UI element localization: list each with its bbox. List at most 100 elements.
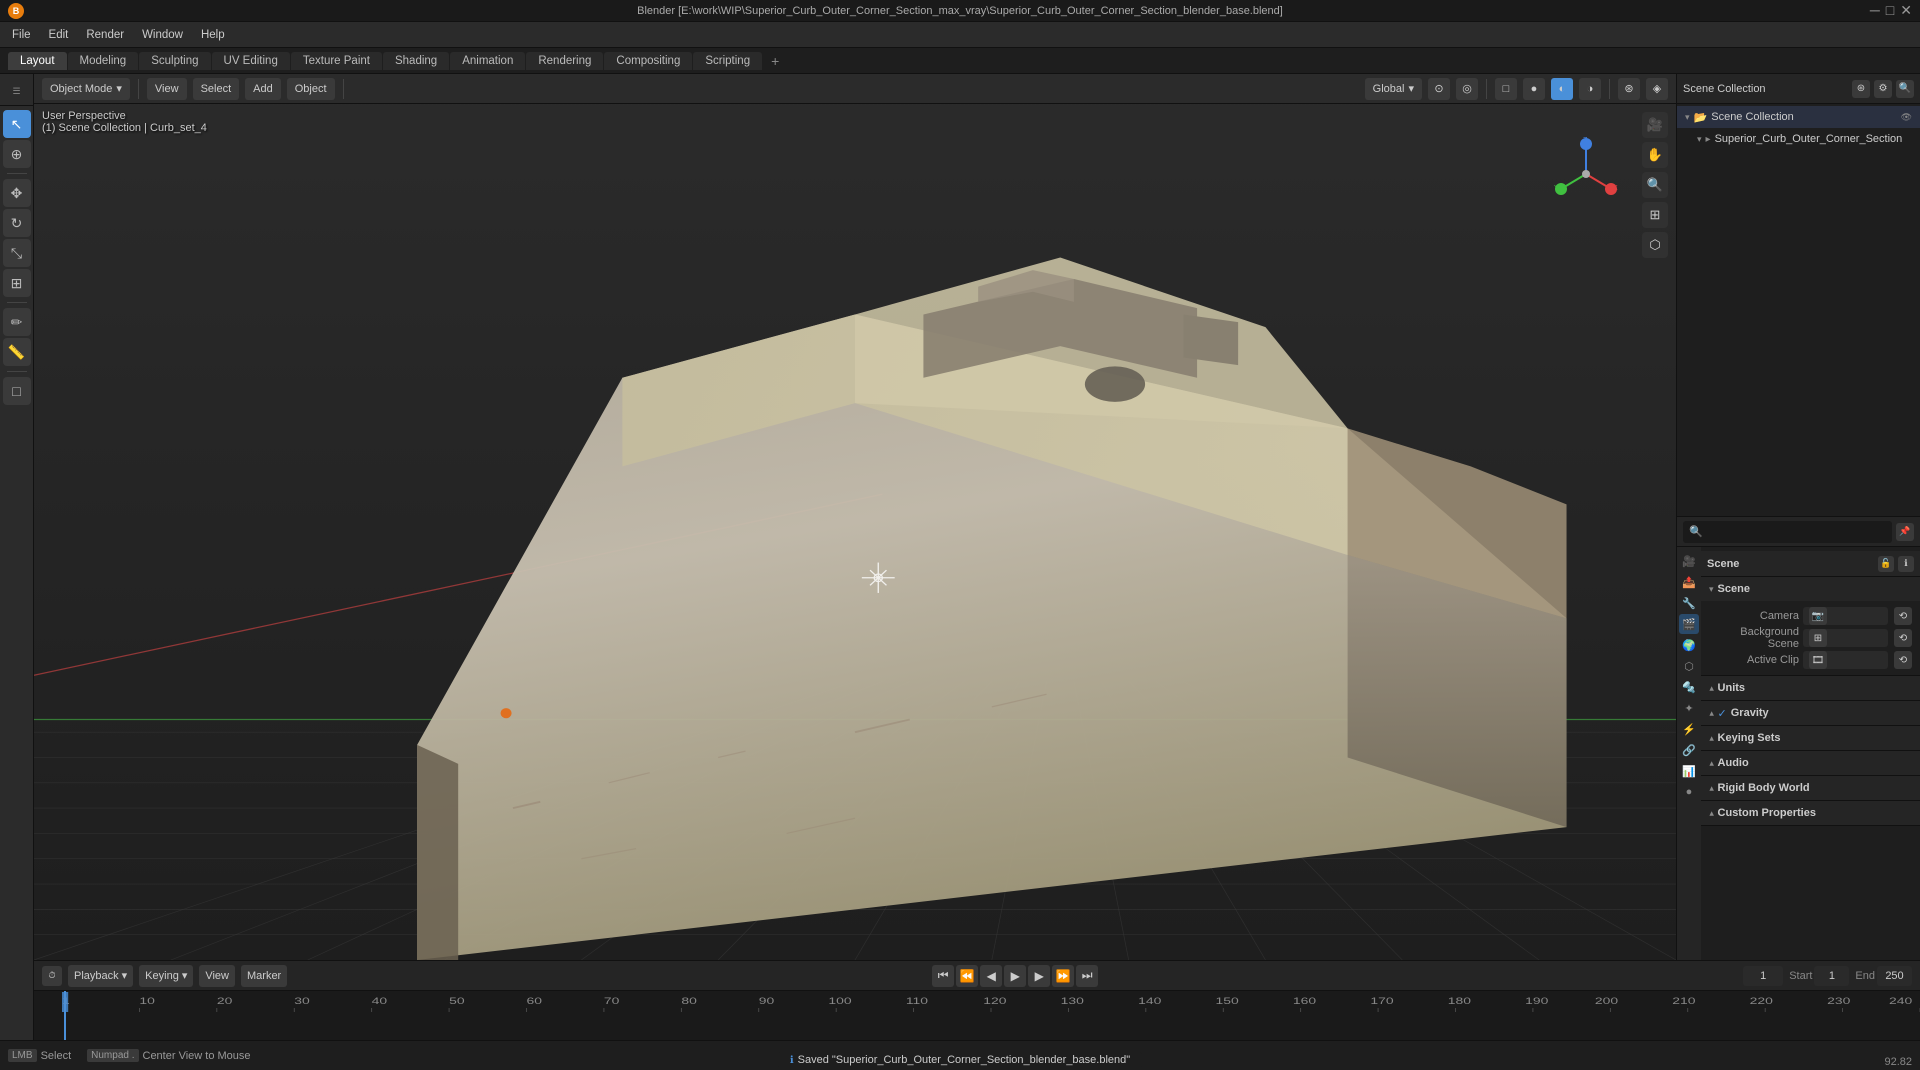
prev-keyframe-btn[interactable]: ◀ — [980, 965, 1002, 987]
solid-btn[interactable]: ● — [1523, 78, 1545, 100]
proportional-edit-btn[interactable]: ◎ — [1456, 78, 1478, 100]
outliner-options-btn[interactable]: ⚙ — [1874, 80, 1892, 98]
play-btn[interactable]: ▶ — [1004, 965, 1026, 987]
tool-add-cube[interactable]: □ — [3, 377, 31, 405]
prop-info-btn[interactable]: ℹ — [1898, 556, 1914, 572]
units-section-header[interactable]: ▸ Units — [1701, 676, 1920, 700]
next-keyframe-btn[interactable]: ▶ — [1028, 965, 1050, 987]
tool-scale[interactable]: ⤡ — [3, 239, 31, 267]
material-preview-btn[interactable]: ◑ — [1579, 78, 1601, 100]
properties-search[interactable]: 🔍 — [1683, 521, 1892, 543]
rendered-btn[interactable]: ◐ — [1551, 78, 1573, 100]
outliner-filter-btn[interactable]: ⊛ — [1852, 80, 1870, 98]
marker-menu[interactable]: Marker — [241, 965, 287, 987]
camera-icon-btn[interactable]: 📷 — [1809, 607, 1827, 625]
wireframe-btn[interactable]: □ — [1495, 78, 1517, 100]
prop-icon-data[interactable]: 📊 — [1679, 761, 1699, 781]
menu-file[interactable]: File — [4, 27, 39, 43]
tab-sculpting[interactable]: Sculpting — [139, 52, 210, 70]
add-menu[interactable]: Add — [245, 78, 281, 100]
prop-icon-viewlayer[interactable]: 🔧 — [1679, 593, 1699, 613]
camera-value[interactable]: 📷 — [1803, 607, 1888, 625]
outliner-search-btn[interactable]: 🔍 — [1896, 80, 1914, 98]
start-frame-input[interactable]: 1 — [1814, 966, 1849, 986]
global-transform[interactable]: Global ▾ — [1365, 78, 1422, 100]
tool-measure[interactable]: 📏 — [3, 338, 31, 366]
camera-view-btn[interactable]: 🎥 — [1642, 112, 1668, 138]
prop-icon-scene[interactable]: 🎬 — [1679, 614, 1699, 634]
overlay-btn[interactable]: ⊛ — [1618, 78, 1640, 100]
prop-icon-physics[interactable]: ⚡ — [1679, 719, 1699, 739]
properties-search-input[interactable] — [1707, 526, 1886, 538]
snap-btn[interactable]: ⊙ — [1428, 78, 1450, 100]
visibility-icon[interactable]: 👁 — [1901, 112, 1912, 123]
tab-layout[interactable]: Layout — [8, 52, 67, 70]
prop-icon-modifier[interactable]: 🔩 — [1679, 677, 1699, 697]
object-menu[interactable]: Object — [287, 78, 335, 100]
prop-icon-render[interactable]: 🎥 — [1679, 551, 1699, 571]
keying-menu[interactable]: Keying ▾ — [139, 965, 193, 987]
tab-modeling[interactable]: Modeling — [68, 52, 139, 70]
active-clip-icon-btn[interactable]: 🎞 — [1809, 651, 1827, 669]
menu-window[interactable]: Window — [134, 27, 191, 43]
prop-icon-constraints[interactable]: 🔗 — [1679, 740, 1699, 760]
add-workspace-button[interactable]: + — [763, 50, 787, 72]
tab-compositing[interactable]: Compositing — [604, 52, 692, 70]
tab-uv-editing[interactable]: UV Editing — [212, 52, 290, 70]
navigation-gizmo[interactable]: Z X Y — [1546, 134, 1626, 214]
view-menu-timeline[interactable]: View — [199, 965, 235, 987]
prop-icon-particles[interactable]: ✦ — [1679, 698, 1699, 718]
bg-scene-value[interactable]: ⊞ — [1803, 629, 1888, 647]
camera-link-btn[interactable]: ⟲ — [1894, 607, 1912, 625]
properties-pin-btn[interactable]: 📌 — [1896, 523, 1914, 541]
gravity-section-header[interactable]: ▸ ✓ Gravity — [1701, 701, 1920, 725]
tool-select[interactable]: ↖ — [3, 110, 31, 138]
menu-render[interactable]: Render — [78, 27, 132, 43]
select-menu[interactable]: Select — [193, 78, 240, 100]
prop-lock-btn[interactable]: 🔓 — [1878, 556, 1894, 572]
prop-icon-object[interactable]: ⬡ — [1679, 656, 1699, 676]
active-clip-link-btn[interactable]: ⟲ — [1894, 651, 1912, 669]
tab-shading[interactable]: Shading — [383, 52, 449, 70]
tab-rendering[interactable]: Rendering — [526, 52, 603, 70]
minimize-button[interactable]: ─ — [1870, 2, 1880, 19]
prop-icon-output[interactable]: 📤 — [1679, 572, 1699, 592]
tab-texture-paint[interactable]: Texture Paint — [291, 52, 382, 70]
timeline-ruler[interactable]: 1 10 20 30 40 50 60 70 80 90 100 110 — [34, 991, 1920, 1040]
tool-rotate[interactable]: ↻ — [3, 209, 31, 237]
menu-edit[interactable]: Edit — [41, 27, 77, 43]
scene-section-header[interactable]: ▾ Scene — [1701, 577, 1920, 601]
jump-start-btn[interactable]: ⏮ — [932, 965, 954, 987]
tool-annotate[interactable]: ✏ — [3, 308, 31, 336]
prop-icon-material[interactable]: ● — [1679, 782, 1699, 802]
maximize-button[interactable]: □ — [1886, 2, 1894, 19]
tool-transform[interactable]: ⊞ — [3, 269, 31, 297]
prev-frame-btn[interactable]: ⏪ — [956, 965, 978, 987]
tool-move[interactable]: ✥ — [3, 179, 31, 207]
scene-view[interactable] — [34, 74, 1676, 960]
end-frame-input[interactable]: 250 — [1877, 966, 1912, 986]
hand-btn[interactable]: ✋ — [1642, 142, 1668, 168]
local-view-btn[interactable]: ⬡ — [1642, 232, 1668, 258]
jump-end-btn[interactable]: ⏭ — [1076, 965, 1098, 987]
window-controls[interactable]: ─ □ ✕ — [1870, 2, 1912, 19]
viewport-3d[interactable]: Object Mode ▾ View Select Add Object Glo… — [34, 74, 1676, 960]
prop-icon-world[interactable]: 🌍 — [1679, 635, 1699, 655]
outliner-object-item[interactable]: ▾ ▸ Superior_Curb_Outer_Corner_Section — [1677, 128, 1920, 150]
tab-scripting[interactable]: Scripting — [693, 52, 762, 70]
outliner-scene-collection[interactable]: ▾ 📂 Scene Collection 👁 — [1677, 106, 1920, 128]
menu-help[interactable]: Help — [193, 27, 233, 43]
next-frame-btn[interactable]: ⏩ — [1052, 965, 1074, 987]
tab-animation[interactable]: Animation — [450, 52, 525, 70]
active-clip-value[interactable]: 🎞 — [1803, 651, 1888, 669]
gravity-check[interactable]: ✓ — [1718, 707, 1727, 720]
timeline-icon[interactable]: ⏱ — [42, 966, 62, 986]
current-frame-input[interactable]: 1 — [1743, 966, 1783, 986]
rigid-body-section-header[interactable]: ▸ Rigid Body World — [1701, 776, 1920, 800]
mode-selector[interactable]: Object Mode ▾ — [42, 78, 130, 100]
keying-sets-section-header[interactable]: ▸ Keying Sets — [1701, 726, 1920, 750]
xray-btn[interactable]: ◈ — [1646, 78, 1668, 100]
close-button[interactable]: ✕ — [1900, 2, 1912, 19]
view-menu[interactable]: View — [147, 78, 187, 100]
bg-scene-icon-btn[interactable]: ⊞ — [1809, 629, 1827, 647]
